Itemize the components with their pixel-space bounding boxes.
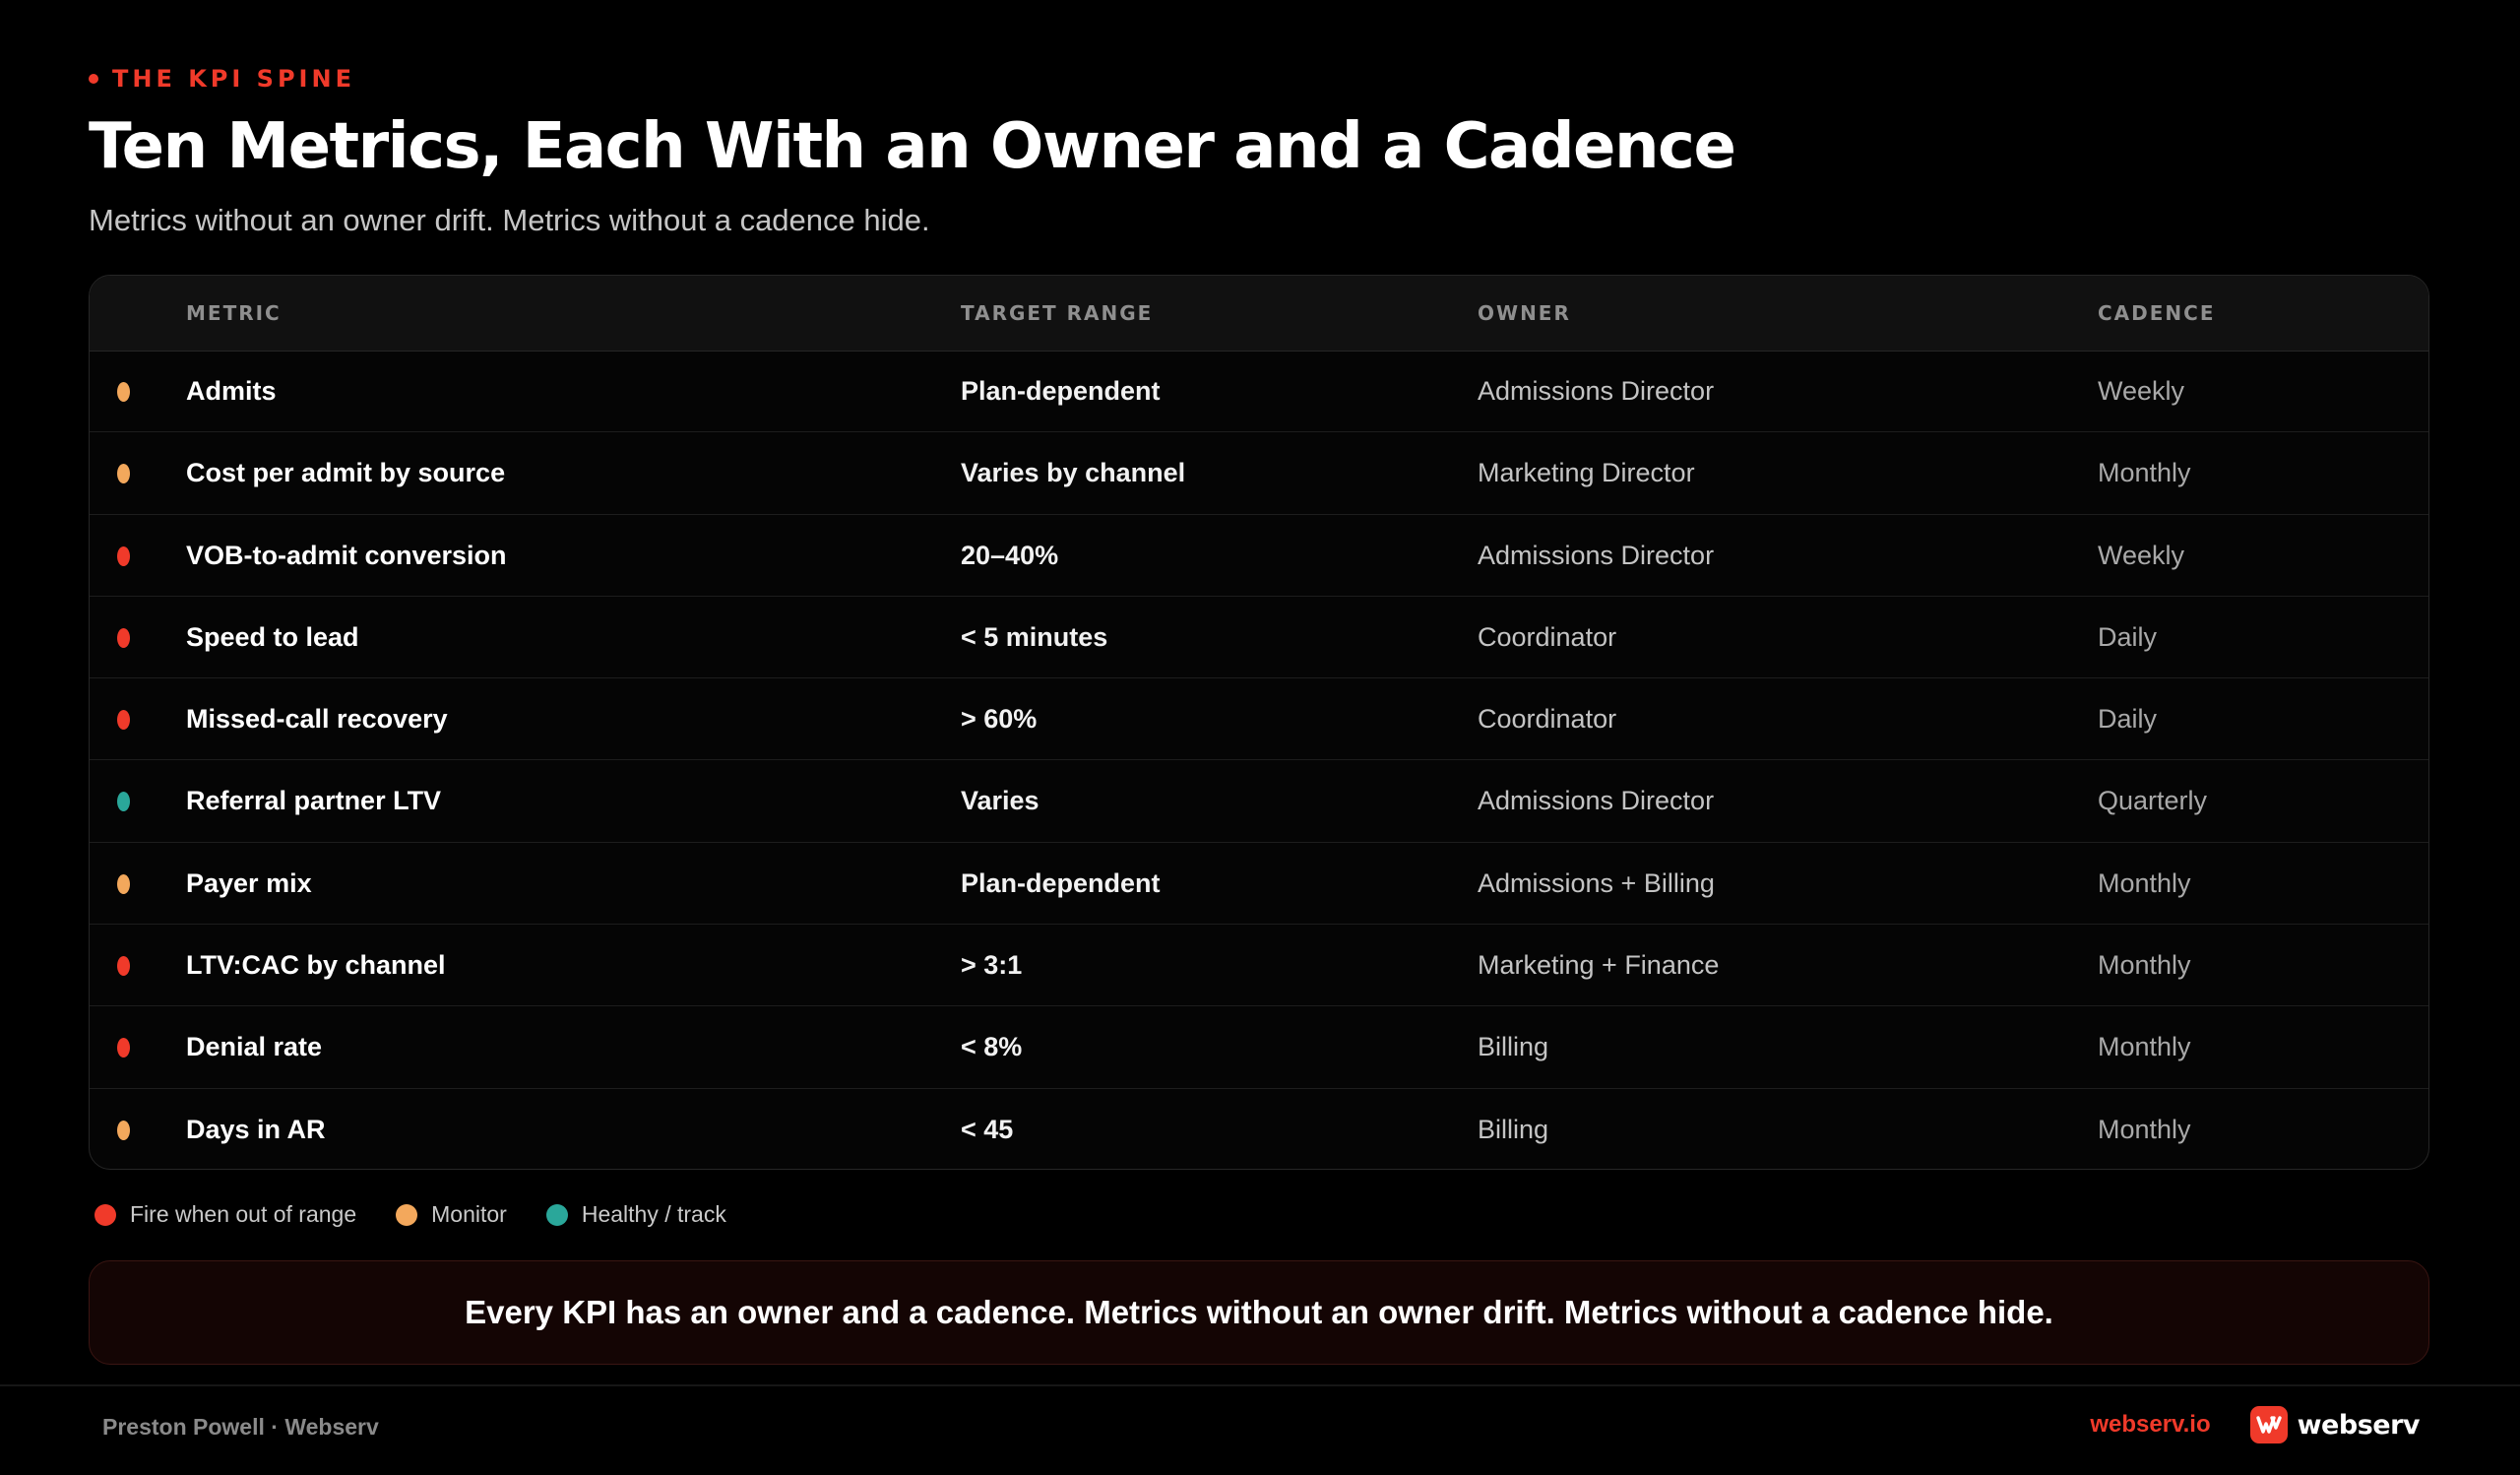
table-row: VOB-to-admit conversion 20–40% Admissions … [90,515,2428,597]
owner-cell: Admissions Director [1478,786,1715,816]
healthy-status-dot-icon [117,792,130,812]
footer-author: Preston Powell · Webserv [102,1414,379,1440]
cadence-cell: Monthly [2098,1032,2191,1062]
cadence-cell: Monthly [2098,458,2191,488]
metric-cell: VOB-to-admit conversion [186,540,507,570]
page-subtitle: Metrics without an owner drift. Metrics … [89,203,930,237]
target-range-cell: Varies [961,786,1040,816]
owner-cell: Billing [1478,1032,1549,1062]
metric-cell: Speed to lead [186,621,359,652]
callout-banner: Every KPI has an owner and a cadence. Me… [89,1260,2429,1365]
cadence-cell: Monthly [2098,867,2191,898]
kpi-table: METRIC TARGET RANGE OWNER CADENCE Admits… [89,275,2429,1170]
table-row: Days in AR < 45 Billing Monthly [90,1089,2428,1169]
page-title: Ten Metrics, Each With an Owner and a Ca… [89,110,1736,183]
metric-cell: Cost per admit by source [186,458,506,488]
cadence-cell: Weekly [2098,540,2185,570]
footer-branding: webserv.io webserv [2090,1406,2421,1443]
fire-status-dot-icon [117,545,130,566]
owner-cell: Coordinator [1478,704,1617,735]
table-row: Payer mix Plan-dependent Admissions + Bill… [90,843,2428,926]
table-row: Speed to lead < 5 minutes Coordinator Daily [90,597,2428,679]
cadence-cell: Daily [2098,704,2158,735]
legend-item-monitor: Monitor [396,1201,507,1228]
legend-label-healthy: Healthy / track [581,1201,726,1227]
metric-cell: Payer mix [186,867,312,898]
owner-cell: Admissions + Billing [1478,867,1715,898]
footer-url-link[interactable]: webserv.io [2090,1411,2210,1439]
table-row: Denial rate < 8% Billing Monthly [90,1006,2428,1089]
metric-cell: LTV:CAC by channel [186,950,446,981]
table-row: Referral partner LTV Varies Admissions Dir… [90,760,2428,843]
legend-item-fire: Fire when out of range [94,1201,356,1228]
eyebrow: THE KPI SPINE [89,65,355,93]
cadence-cell: Weekly [2098,376,2185,406]
target-range-cell: > 3:1 [961,950,1023,981]
owner-cell: Admissions Director [1478,376,1715,406]
webserv-logo-icon [2249,1406,2288,1443]
table-row: Missed-call recovery > 60% Coordinator Dail… [90,678,2428,761]
table-header: METRIC TARGET RANGE OWNER CADENCE [90,276,2428,352]
metric-cell: Missed-call recovery [186,704,448,735]
healthy-status-dot-icon [545,1203,568,1226]
brand-name: webserv [2297,1409,2421,1441]
table-row: Cost per admit by source Varies by channe… [90,432,2428,515]
fire-status-dot-icon [117,710,130,731]
owner-cell: Billing [1478,1114,1549,1144]
monitor-status-dot-icon [117,382,130,402]
cadence-cell: Monthly [2098,950,2191,981]
slide: THE KPI SPINE Ten Metrics, Each With an … [0,0,2520,1475]
owner-cell: Admissions Director [1478,540,1715,570]
legend: Fire when out of range Monitor Healthy /… [94,1201,726,1228]
monitor-status-dot-icon [396,1203,418,1226]
eyebrow-dot-icon [89,74,98,84]
target-range-cell: 20–40% [961,540,1059,570]
legend-item-healthy: Healthy / track [545,1201,726,1228]
column-header-target-range: TARGET RANGE [961,301,1154,325]
table-row: LTV:CAC by channel > 3:1 Marketing + Finan… [90,925,2428,1007]
target-range-cell: < 8% [961,1032,1023,1062]
brand-logo: webserv [2249,1406,2421,1443]
column-header-owner: OWNER [1478,301,1571,325]
cadence-cell: Monthly [2098,1114,2191,1144]
column-header-metric: METRIC [186,301,282,325]
metric-cell: Denial rate [186,1032,323,1062]
target-range-cell: < 45 [961,1114,1014,1144]
table-body: Admits Plan-dependent Admissions Director W… [90,351,2428,1169]
monitor-status-dot-icon [117,873,130,894]
fire-status-dot-icon [94,1203,116,1226]
monitor-status-dot-icon [117,464,130,484]
metric-cell: Referral partner LTV [186,786,442,816]
target-range-cell: Plan-dependent [961,867,1161,898]
owner-cell: Marketing Director [1478,458,1695,488]
fire-status-dot-icon [117,956,130,977]
footer-divider [0,1384,2520,1386]
eyebrow-label: THE KPI SPINE [112,65,355,93]
fire-status-dot-icon [117,1038,130,1058]
target-range-cell: Plan-dependent [961,376,1161,406]
cadence-cell: Daily [2098,621,2158,652]
fire-status-dot-icon [117,627,130,648]
cadence-cell: Quarterly [2098,786,2208,816]
table-row: Admits Plan-dependent Admissions Director W… [90,351,2428,433]
target-range-cell: < 5 minutes [961,621,1108,652]
monitor-status-dot-icon [117,1120,130,1140]
column-header-cadence: CADENCE [2098,301,2216,325]
owner-cell: Coordinator [1478,621,1617,652]
metric-cell: Admits [186,376,277,406]
target-range-cell: > 60% [961,704,1038,735]
owner-cell: Marketing + Finance [1478,950,1720,981]
metric-cell: Days in AR [186,1114,326,1144]
callout-text: Every KPI has an owner and a cadence. Me… [465,1294,2053,1330]
target-range-cell: Varies by channel [961,458,1186,488]
legend-label-monitor: Monitor [431,1201,507,1227]
legend-label-fire: Fire when out of range [130,1201,357,1227]
